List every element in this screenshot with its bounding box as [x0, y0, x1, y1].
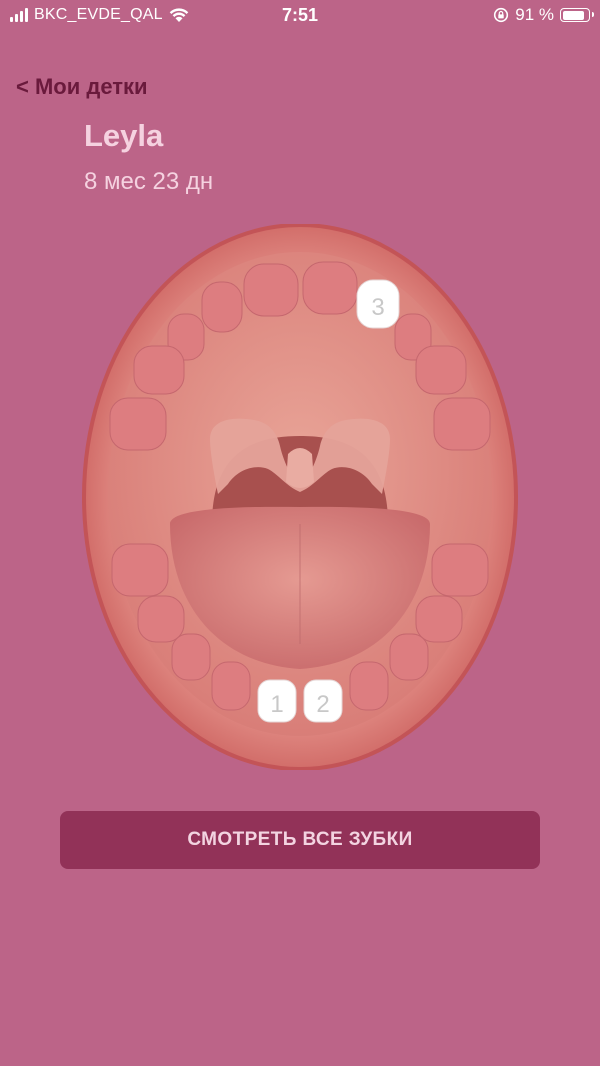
tooth-3-label: 3: [371, 294, 384, 321]
battery-icon: [560, 8, 594, 22]
tooth-upper-lateral-left[interactable]: [201, 281, 243, 333]
view-all-teeth-button[interactable]: СМОТРЕТЬ ВСЕ ЗУБКИ: [60, 811, 540, 869]
battery-fill: [562, 10, 585, 20]
back-button[interactable]: < Мои детки: [16, 74, 148, 100]
orientation-lock-icon: [494, 7, 509, 23]
tooth-lower-lateral-right[interactable]: [349, 661, 389, 711]
tooth-lower-molar-right[interactable]: [431, 543, 489, 597]
tooth-lower-canine-left[interactable]: [171, 633, 211, 681]
status-right: 91 %: [493, 5, 594, 25]
battery-percent: 91 %: [515, 5, 554, 24]
tooth-lower-premolar-left[interactable]: [137, 595, 185, 643]
child-age: 8 мес 23 дн: [84, 168, 214, 195]
tooth-2-label: 2: [316, 691, 329, 718]
uvula: [286, 448, 314, 488]
mouth-illustration: 3 1 2: [82, 224, 518, 770]
tooth-lower-molar-left[interactable]: [111, 543, 169, 597]
tooth-upper-premolar-right[interactable]: [415, 345, 467, 395]
tooth-lower-premolar-right[interactable]: [415, 595, 463, 643]
child-name: Leyla: [84, 118, 164, 153]
status-bar: BKC_EVDE_QAL 7:51 91 %: [0, 0, 600, 32]
tooth-upper-central-right[interactable]: [302, 261, 358, 315]
tooth-upper-central-left[interactable]: [243, 263, 299, 317]
tooth-upper-molar-right[interactable]: [433, 397, 491, 451]
tooth-lower-lateral-left[interactable]: [211, 661, 251, 711]
tooth-upper-molar-left[interactable]: [109, 397, 167, 451]
tooth-lower-canine-right[interactable]: [389, 633, 429, 681]
tooth-upper-premolar-left[interactable]: [133, 345, 185, 395]
tooth-1-label: 1: [270, 691, 283, 718]
